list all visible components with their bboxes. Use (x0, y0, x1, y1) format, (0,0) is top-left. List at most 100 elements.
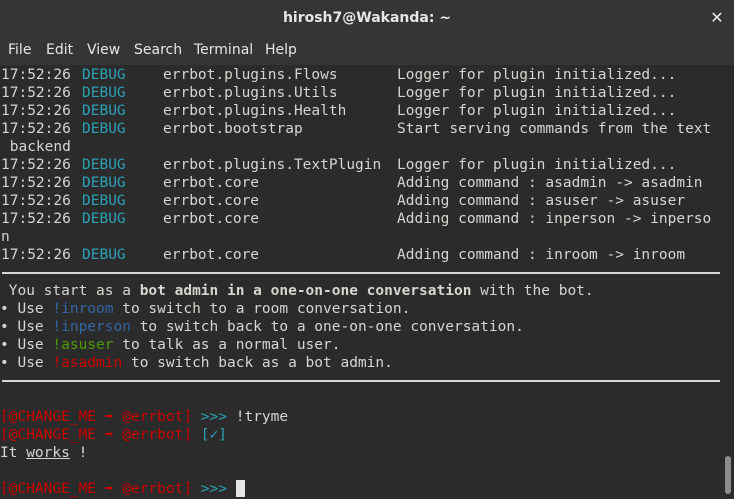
user-command: !tryme (235, 409, 289, 425)
log-message: Adding command : asadmin -> asadmin (397, 175, 703, 191)
terminal-output[interactable]: 17:52:26 DEBUG errbot.plugins.Flows Logg… (0, 65, 722, 499)
prompt-line: [@CHANGE_ME ➡ @errbot] >>> !tryme (0, 408, 288, 426)
log-time: 17:52:26 (1, 157, 71, 173)
prompt-identity: [@CHANGE_ME ➡ @errbot] (0, 427, 193, 443)
log-level: DEBUG (82, 211, 126, 227)
log-module: errbot.core (163, 193, 260, 209)
log-message: Logger for plugin initialized... (397, 103, 677, 119)
menu-bar: File Edit View Search Terminal Help (0, 38, 734, 65)
log-time: 17:52:26 (1, 121, 71, 137)
log-module: errbot.core (163, 175, 260, 191)
log-time: 17:52:26 (1, 247, 71, 263)
intro-text: You start as a (0, 283, 140, 299)
menu-help[interactable]: Help (265, 38, 297, 65)
intro-text-end: with the bot. (471, 283, 594, 299)
tip-text: to switch back as a bot admin. (122, 355, 393, 371)
log-message: Logger for plugin initialized... (397, 85, 677, 101)
close-icon[interactable]: ✕ (708, 9, 726, 27)
divider-bottom (2, 380, 720, 382)
tip-line: • Use !asadmin to switch back as a bot a… (0, 354, 393, 372)
log-message: Logger for plugin initialized... (397, 67, 677, 83)
tip-text: to switch back to a one-on-one conversat… (130, 319, 524, 335)
tip-text: Use (8, 319, 53, 335)
log-message: Adding command : inroom -> inroom (397, 247, 686, 263)
menu-file[interactable]: File (8, 38, 31, 65)
log-message: Adding command : inperson -> inperso (397, 211, 712, 227)
log-level: DEBUG (82, 247, 126, 263)
bullet: • (0, 355, 9, 371)
intro-bold-text: bot admin in a one-on-one conversation (139, 283, 472, 299)
divider-top (2, 272, 720, 274)
log-message: Logger for plugin initialized... (397, 157, 677, 173)
tip-line: • Use !inperson to switch back to a one-… (0, 318, 524, 336)
log-time: 17:52:26 (1, 211, 71, 227)
tip-command: !inperson (52, 319, 131, 335)
log-module: errbot.core (163, 247, 260, 263)
tip-text: to switch to a room conversation. (113, 301, 411, 317)
prompt-arrows: >>> (200, 409, 227, 425)
tip-command: !asuser (52, 337, 114, 353)
log-time: 17:52:26 (1, 103, 71, 119)
tip-text: Use (8, 301, 53, 317)
menu-search[interactable]: Search (134, 38, 182, 65)
log-line: 17:52:26 DEBUG errbot.plugins.Health Log… (0, 102, 676, 120)
log-module: errbot.plugins.Flows (163, 67, 338, 83)
log-level: DEBUG (82, 103, 126, 119)
log-line: 17:52:26 DEBUG errbot.plugins.Flows Logg… (0, 66, 676, 84)
prompt-identity: [@CHANGE_ME ➡ @errbot] (0, 481, 193, 497)
log-time: 17:52:26 (1, 85, 71, 101)
reply-text-end: ! (69, 445, 88, 461)
log-line-wrap: n (0, 228, 52, 246)
log-line-wrap: backend (0, 138, 71, 156)
log-wrap-text: backend (1, 139, 71, 155)
tip-line: • Use !inroom to switch to a room conver… (0, 300, 410, 318)
log-level: DEBUG (82, 121, 126, 137)
log-time: 17:52:26 (1, 193, 71, 209)
log-level: DEBUG (82, 175, 126, 191)
tip-text: Use (8, 355, 53, 371)
bullet: • (0, 301, 9, 317)
tip-text: to talk as a normal user. (113, 337, 341, 353)
reply-text: It (0, 445, 27, 461)
log-message: Adding command : asuser -> asuser (397, 193, 686, 209)
text-cursor (235, 480, 245, 497)
log-line: 17:52:26 DEBUG errbot.plugins.TextPlugin… (0, 156, 676, 174)
log-line: 17:52:26 DEBUG errbot.core Adding comman… (0, 174, 703, 192)
log-level: DEBUG (82, 67, 126, 83)
reply-underlined: works (26, 445, 70, 461)
log-level: DEBUG (82, 193, 126, 209)
log-line: 17:52:26 DEBUG errbot.core Adding comman… (0, 192, 685, 210)
scrollbar-thumb[interactable] (725, 456, 731, 494)
log-line: 17:52:26 DEBUG errbot.core Adding comman… (0, 246, 685, 264)
prompt-arrows: >>> (200, 481, 227, 497)
log-level: DEBUG (82, 157, 126, 173)
log-module: errbot.plugins.TextPlugin (163, 157, 382, 173)
menu-edit[interactable]: Edit (46, 38, 73, 65)
log-line: 17:52:26 DEBUG errbot.core Adding comman… (0, 210, 711, 228)
log-line: 17:52:26 DEBUG errbot.plugins.Utils Logg… (0, 84, 676, 102)
reply-line: It works ! (0, 444, 87, 462)
title-bar[interactable]: hirosh7@Wakanda: ~ ✕ (0, 0, 734, 39)
ack-check: [✓] (200, 427, 227, 443)
log-time: 17:52:26 (1, 175, 71, 191)
log-module: errbot.plugins.Health (163, 103, 347, 119)
tip-line: • Use !asuser to talk as a normal user. (0, 336, 340, 354)
log-module: errbot.bootstrap (163, 121, 303, 137)
ack-line: [@CHANGE_ME ➡ @errbot] [✓] (0, 426, 227, 444)
input-prompt-line[interactable]: [@CHANGE_ME ➡ @errbot] >>> (0, 480, 245, 498)
log-time: 17:52:26 (1, 67, 71, 83)
bullet: • (0, 319, 9, 335)
tip-command: !asadmin (52, 355, 123, 371)
log-line: 17:52:26 DEBUG errbot.bootstrap Start se… (0, 120, 711, 138)
tip-text: Use (8, 337, 53, 353)
log-level: DEBUG (82, 85, 126, 101)
prompt-identity: [@CHANGE_ME ➡ @errbot] (0, 409, 193, 425)
window-title: hirosh7@Wakanda: ~ (282, 10, 452, 26)
scrollbar[interactable] (722, 65, 734, 499)
menu-view[interactable]: View (87, 38, 120, 65)
log-wrap-text: n (1, 229, 10, 245)
log-module: errbot.plugins.Utils (163, 85, 338, 101)
menu-terminal[interactable]: Terminal (194, 38, 253, 65)
log-message: Start serving commands from the text (397, 121, 712, 137)
bullet: • (0, 337, 9, 353)
